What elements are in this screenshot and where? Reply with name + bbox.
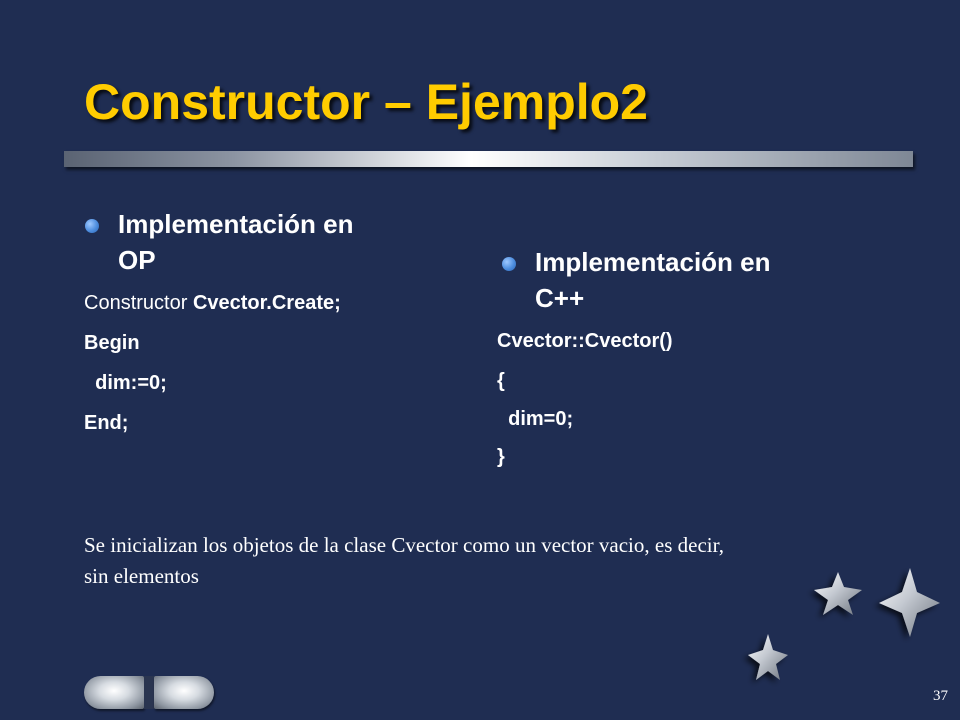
slide: Constructor – Ejemplo2 Implementación en… [0,0,960,720]
nav-divider [144,676,154,709]
right-bullet-heading: Implementación en C++ [502,244,771,316]
left-bullet-line2: OP [118,245,156,275]
op-constructor-keyword: Constructor [84,292,193,314]
bullet-dot-icon [85,219,99,233]
left-bullet-heading: Implementación en OP [85,206,354,278]
slide-note: Se inicializan los objetos de la clase C… [84,530,914,592]
title-underline-bar [64,151,913,167]
note-line-1: Se inicializan los objetos de la clase C… [84,533,725,557]
cpp-code-line-3: dim=0; [497,408,574,430]
left-bullet-line1: Implementación en [118,209,354,239]
right-bullet-line1: Implementación en [535,247,771,277]
op-code-line-3: dim:=0; [84,372,167,394]
cpp-code-line-1: Cvector::Cvector() [497,330,673,352]
previous-slide-button[interactable] [84,676,144,709]
op-code-line-2: Begin [84,332,140,354]
next-slide-button[interactable] [154,676,214,709]
page-number: 37 [933,688,948,704]
cpp-code-line-2: { [497,370,505,392]
bullet-dot-icon [502,257,516,271]
star-icon [748,634,788,680]
slide-title: Constructor – Ejemplo2 [84,74,648,130]
op-code-line-4: End; [84,412,129,434]
cpp-code-line-4: } [497,446,505,468]
note-line-2: sin elementos [84,564,199,588]
op-code-line-1: Constructor Cvector.Create; [84,290,341,316]
right-bullet-line2: C++ [535,283,585,313]
op-constructor-name: Cvector.Create; [192,292,341,314]
